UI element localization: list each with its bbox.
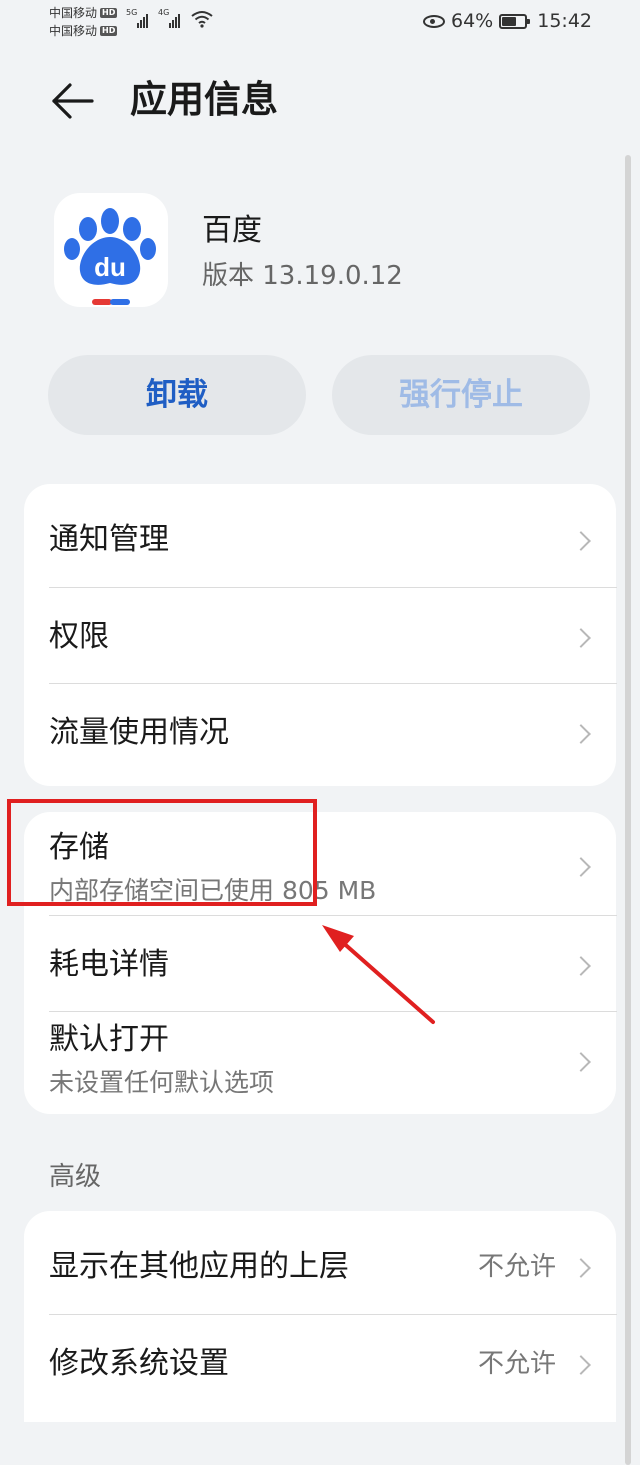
baidu-app-icon: du — [54, 193, 168, 307]
scrollbar[interactable] — [625, 155, 631, 1465]
settings-card-advanced: 显示在其他应用的上层 不允许 修改系统设置 不允许 — [24, 1211, 617, 1422]
list-item-label: 存储 — [49, 830, 109, 865]
baidu-paw-logo: du — [64, 208, 156, 305]
list-item-label: 流量使用情况 — [49, 715, 229, 750]
chevron-right-icon — [571, 724, 591, 744]
settings-card-usage: 存储 内部存储空间已使用 805 MB 耗电详情 默认打开 未设置任何默认选项 — [24, 812, 617, 1114]
list-item-subtitle: 内部存储空间已使用 805 MB — [49, 876, 377, 905]
list-item-open-by-default[interactable]: 默认打开 未设置任何默认选项 — [24, 1011, 616, 1114]
hd-badge: HD — [100, 8, 118, 18]
network-type-label: 4G — [158, 8, 170, 17]
list-item-battery-usage[interactable]: 耗电详情 — [24, 915, 616, 1011]
chevron-right-icon — [571, 956, 591, 976]
settings-card-general: 通知管理 权限 流量使用情况 — [24, 484, 617, 786]
status-right: 64% 15:42 — [423, 10, 592, 32]
battery-percent: 64% — [451, 10, 494, 32]
clock: 15:42 — [537, 10, 592, 32]
chevron-right-icon — [571, 628, 591, 648]
app-version: 版本 13.19.0.12 — [202, 261, 403, 291]
list-item-label: 显示在其他应用的上层 — [49, 1249, 349, 1284]
list-item-data-usage[interactable]: 流量使用情况 — [24, 683, 616, 786]
network-type-label: 5G — [126, 8, 138, 17]
list-item-display-over-other-apps[interactable]: 显示在其他应用的上层 不允许 — [24, 1211, 616, 1314]
status-bar: 中国移动 HD 中国移动 HD 5G 4G 64% 15:42 — [0, 0, 640, 44]
list-item-label: 耗电详情 — [49, 947, 169, 982]
hd-badge: HD — [100, 26, 118, 36]
force-stop-button[interactable]: 强行停止 — [332, 355, 590, 435]
back-arrow-icon[interactable] — [50, 82, 94, 120]
list-item-storage[interactable]: 存储 内部存储空间已使用 805 MB — [24, 812, 616, 915]
signal-icons: 5G 4G — [126, 8, 214, 28]
chevron-right-icon — [571, 1052, 591, 1072]
list-item-subtitle: 未设置任何默认选项 — [49, 1068, 275, 1097]
page-header: 应用信息 — [0, 60, 640, 140]
chevron-right-icon — [571, 531, 591, 551]
chevron-right-icon — [571, 1258, 591, 1278]
chevron-right-icon — [571, 857, 591, 877]
list-item-label: 通知管理 — [49, 522, 169, 557]
carrier-name: 中国移动 — [49, 6, 98, 20]
list-item-modify-system-settings[interactable]: 修改系统设置 不允许 — [24, 1314, 616, 1417]
wifi-icon — [191, 11, 213, 28]
list-item-value: 不允许 — [477, 1349, 556, 1379]
carrier-info: 中国移动 HD 中国移动 HD — [49, 4, 118, 40]
signal-4g-icon: 4G — [158, 8, 184, 28]
uninstall-button[interactable]: 卸载 — [48, 355, 306, 435]
signal-5g-icon: 5G — [126, 8, 152, 28]
section-header-advanced: 高级 — [49, 1162, 102, 1192]
list-item-label: 默认打开 — [49, 1022, 169, 1057]
baidu-logo-text: du — [94, 252, 126, 282]
battery-icon — [499, 13, 531, 29]
list-item-label: 权限 — [49, 619, 109, 654]
list-item-notification-management[interactable]: 通知管理 — [24, 484, 616, 587]
eye-comfort-icon — [423, 14, 445, 28]
list-item-permissions[interactable]: 权限 — [24, 587, 616, 683]
app-name: 百度 — [202, 213, 262, 248]
list-item-label: 修改系统设置 — [49, 1346, 229, 1381]
page-title: 应用信息 — [130, 78, 278, 121]
chevron-right-icon — [571, 1355, 591, 1375]
carrier-name: 中国移动 — [49, 24, 98, 38]
list-item-value: 不允许 — [477, 1252, 556, 1282]
